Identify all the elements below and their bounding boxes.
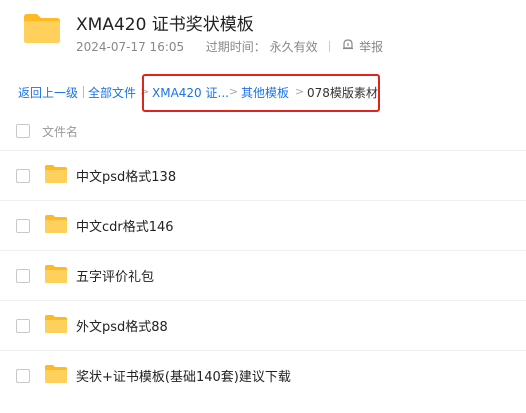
share-title: XMA420 证书奖状模板 bbox=[76, 15, 254, 35]
report-link[interactable]: 举报 bbox=[359, 38, 383, 55]
report-icon bbox=[343, 39, 354, 50]
share-date: 2024-07-17 16:05 bbox=[76, 39, 185, 54]
list-item[interactable]: 奖状+证书模板(基础140套)建议下载 bbox=[0, 350, 526, 401]
folder-icon bbox=[45, 365, 67, 383]
back-link[interactable]: 返回上一级 bbox=[18, 84, 78, 101]
list-item[interactable]: 外文psd格式88 bbox=[0, 300, 526, 351]
expire-value: 永久有效 bbox=[269, 40, 318, 54]
breadcrumb-divider bbox=[83, 86, 84, 98]
row-checkbox[interactable] bbox=[16, 269, 30, 283]
file-name[interactable]: 奖状+证书模板(基础140套)建议下载 bbox=[76, 366, 291, 385]
row-checkbox[interactable] bbox=[16, 169, 30, 183]
breadcrumb-highlight-box bbox=[142, 74, 380, 112]
file-name[interactable]: 中文cdr格式146 bbox=[76, 216, 174, 235]
column-header-filename: 文件名 bbox=[42, 125, 79, 139]
folder-icon bbox=[45, 165, 67, 183]
expire-label: 过期时间： bbox=[205, 40, 266, 54]
meta-divider bbox=[329, 41, 331, 52]
row-checkbox[interactable] bbox=[16, 219, 30, 233]
select-all-checkbox[interactable] bbox=[16, 124, 30, 138]
folder-icon bbox=[45, 315, 67, 333]
file-list-header: 文件名 bbox=[0, 113, 526, 149]
folder-icon bbox=[24, 14, 60, 43]
all-files-link[interactable]: 全部文件 bbox=[88, 84, 136, 101]
file-name[interactable]: 外文psd格式88 bbox=[76, 316, 168, 335]
folder-icon bbox=[45, 265, 67, 283]
share-meta: 2024-07-17 16:05 过期时间： 永久有效 举报 bbox=[76, 38, 383, 55]
row-checkbox[interactable] bbox=[16, 319, 30, 333]
file-name[interactable]: 中文psd格式138 bbox=[76, 166, 176, 185]
list-item[interactable]: 中文psd格式138 bbox=[0, 150, 526, 201]
file-name[interactable]: 五字评价礼包 bbox=[76, 266, 154, 285]
share-header: XMA420 证书奖状模板 2024-07-17 16:05 过期时间： 永久有… bbox=[0, 0, 526, 68]
folder-icon bbox=[45, 215, 67, 233]
row-checkbox[interactable] bbox=[16, 369, 30, 383]
list-item[interactable]: 五字评价礼包 bbox=[0, 250, 526, 301]
list-item[interactable]: 中文cdr格式146 bbox=[0, 200, 526, 251]
